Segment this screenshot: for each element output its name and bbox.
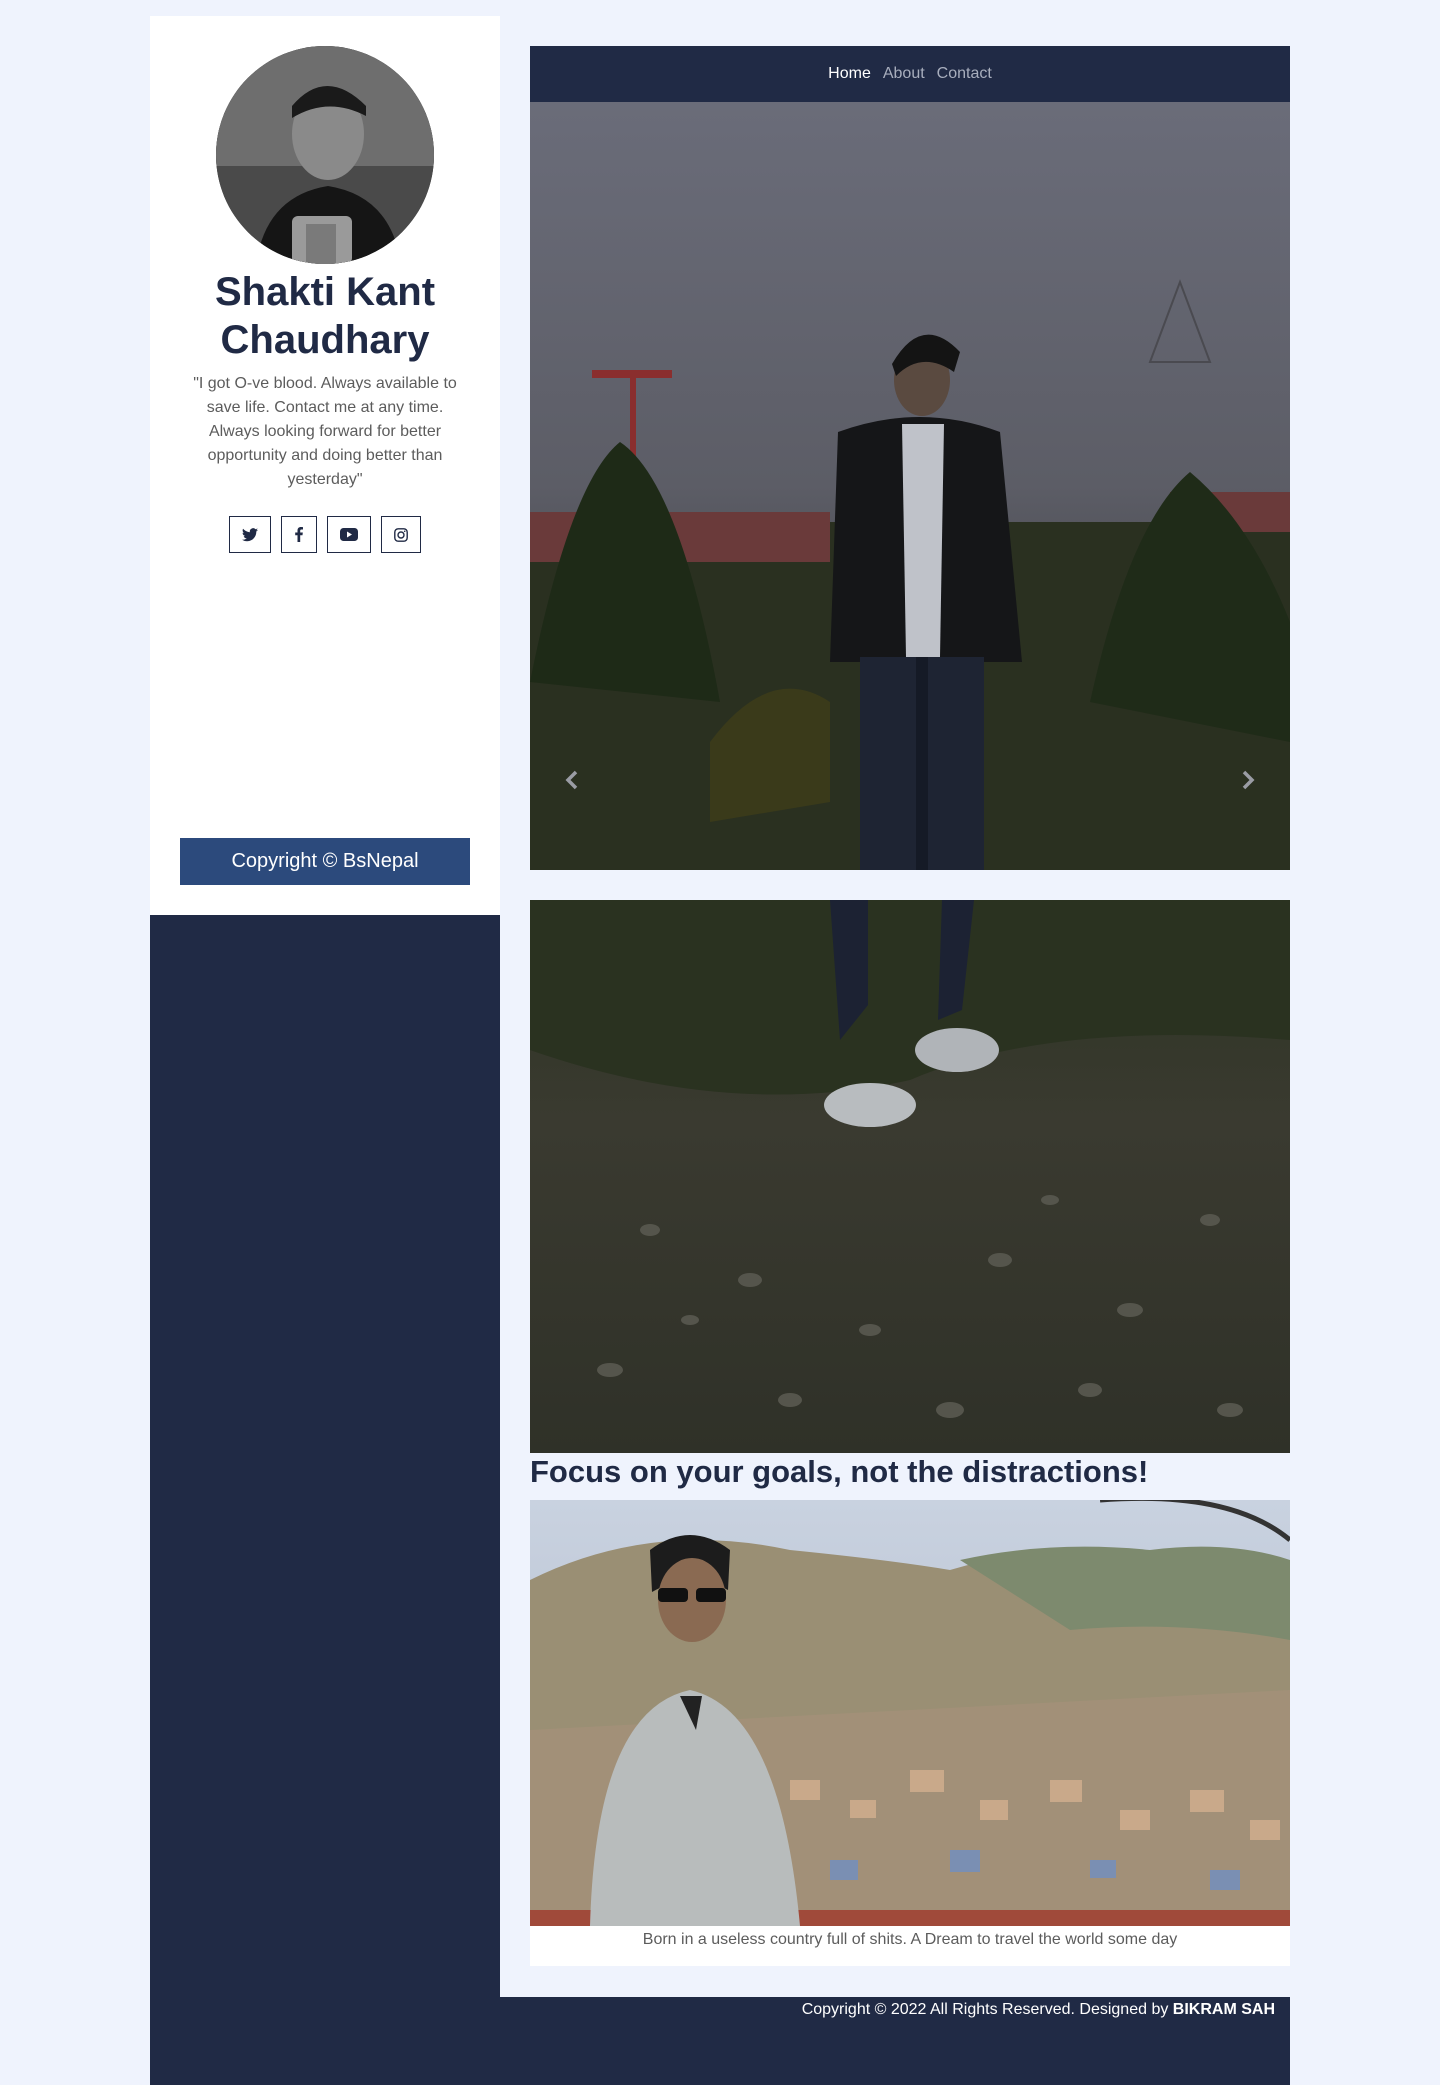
ground-photo (530, 900, 1290, 1453)
ground-photo-image (530, 900, 1290, 1453)
facebook-button[interactable] (281, 516, 317, 553)
nav-about[interactable]: About (883, 65, 925, 83)
youtube-icon (340, 528, 358, 541)
footer-copyright: Copyright © 2022 All Rights Reserved. De… (802, 2001, 1275, 2019)
facebook-icon (295, 527, 303, 542)
nav-home[interactable]: Home (828, 65, 871, 83)
avatar (216, 46, 434, 264)
footer-designer: BIKRAM SAH (1172, 2001, 1275, 2018)
hero-carousel (530, 102, 1290, 870)
social-links (150, 516, 500, 553)
instagram-icon (394, 527, 408, 542)
instagram-button[interactable] (381, 516, 421, 553)
profile-name-line2: Chaudhary (220, 318, 430, 362)
page-footer: Copyright © 2022 All Rights Reserved. De… (500, 1997, 1290, 2085)
youtube-button[interactable] (327, 516, 371, 553)
avatar-photo (216, 46, 434, 264)
city-photo-image (530, 1500, 1290, 1926)
top-navbar: Home About Contact (530, 46, 1290, 102)
focus-heading: Focus on your goals, not the distraction… (530, 1454, 1149, 1489)
city-photo (530, 1500, 1290, 1926)
photo-caption: Born in a useless country full of shits.… (530, 1926, 1290, 1966)
profile-name: Shakti Kant Chaudhary (150, 268, 500, 364)
nav-contact[interactable]: Contact (937, 65, 992, 83)
carousel-next-button[interactable] (1236, 768, 1260, 792)
sidebar-copyright: Copyright © BsNepal (180, 838, 470, 885)
carousel-prev-button[interactable] (560, 768, 584, 792)
chevron-left-icon (565, 770, 578, 790)
profile-name-line1: Shakti Kant (214, 270, 436, 314)
carousel-slide-photo (530, 102, 1290, 870)
chevron-right-icon (1242, 770, 1255, 790)
profile-card: Shakti Kant Chaudhary "I got O-ve blood.… (150, 16, 500, 915)
twitter-button[interactable] (229, 516, 271, 553)
twitter-icon (242, 527, 258, 541)
footer-copyright-text: Copyright © 2022 All Rights Reserved. De… (801, 2001, 1173, 2018)
profile-quote: "I got O-ve blood. Always available to s… (193, 375, 457, 488)
